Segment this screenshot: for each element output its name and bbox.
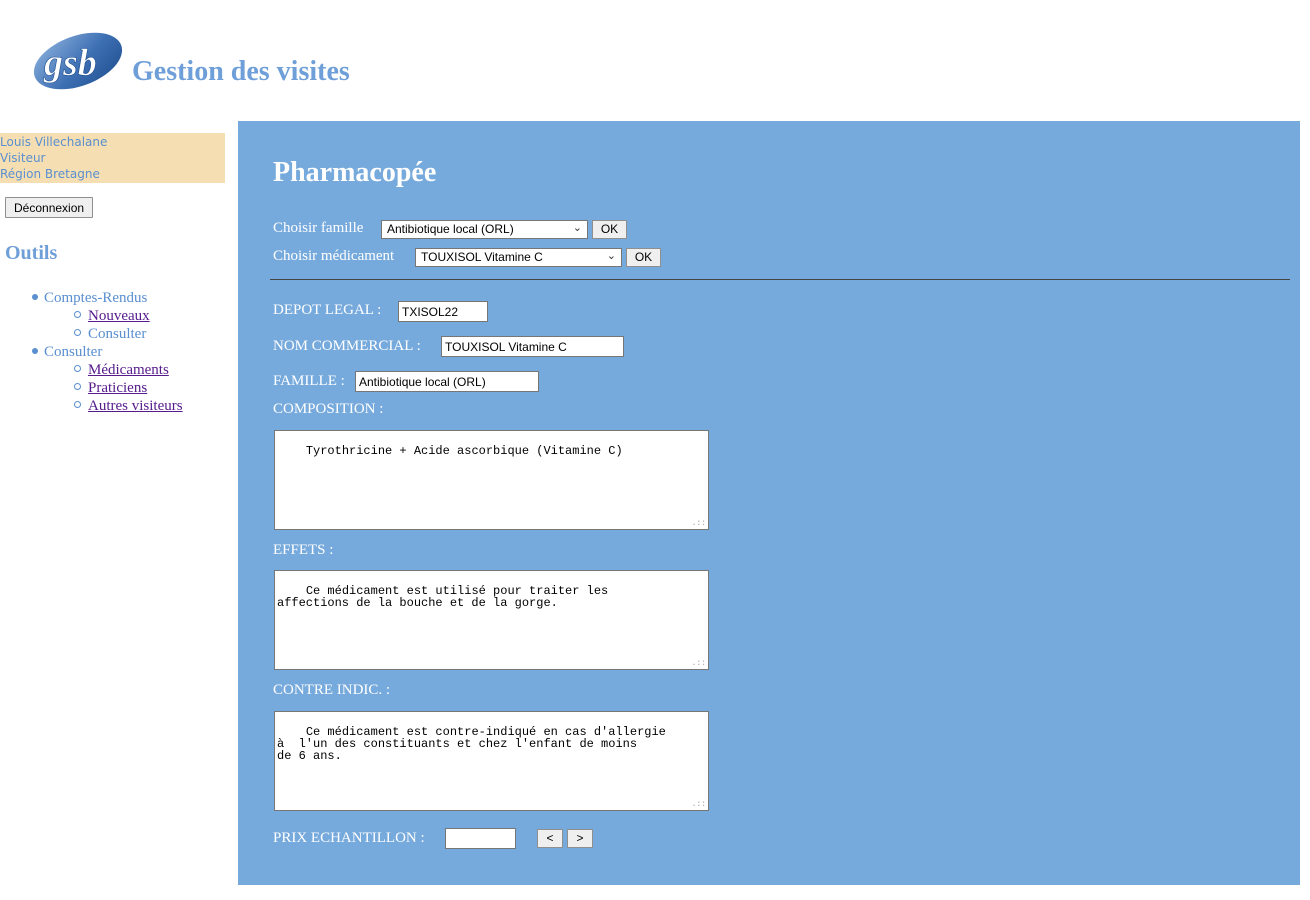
gsb-logo-icon: gsb <box>28 25 132 103</box>
link-autres-visiteurs[interactable]: Autres visiteurs <box>88 398 183 414</box>
chevron-down-icon: ⌄ <box>572 222 582 234</box>
composition-textarea[interactable]: Tyrothricine + Acide ascorbique (Vitamin… <box>274 430 709 530</box>
circle-bullet-icon <box>74 401 81 408</box>
resize-grip-icon[interactable]: .:: <box>692 660 706 668</box>
famille-label: FAMILLE : <box>273 373 345 389</box>
menu-item-medicaments[interactable]: Médicaments <box>74 361 169 379</box>
nom-commercial-label: NOM COMMERCIAL : <box>273 338 421 354</box>
main-panel: Pharmacopée Choisir famille Antibiotique… <box>238 121 1300 885</box>
drug-select[interactable]: TOUXISOL Vitamine C ⌄ <box>415 248 622 267</box>
prix-echantillon-field[interactable] <box>445 828 516 849</box>
menu-item-nouveaux[interactable]: Nouveaux <box>74 307 150 325</box>
menu-item-label: Comptes-Rendus <box>44 290 148 306</box>
depot-legal-field[interactable]: TXISOL22 <box>398 301 488 322</box>
resize-grip-icon[interactable]: .:: <box>692 520 706 528</box>
menu-item-autres-visiteurs[interactable]: Autres visiteurs <box>74 397 183 415</box>
circle-bullet-icon <box>74 365 81 372</box>
circle-bullet-icon <box>74 311 81 318</box>
bullet-icon <box>32 348 38 354</box>
tools-title: Outils <box>5 242 58 264</box>
family-select-label: Choisir famille <box>273 220 364 236</box>
header: gsb Gestion des visites <box>0 0 1310 110</box>
next-button[interactable]: > <box>567 829 593 848</box>
drug-ok-button[interactable]: OK <box>626 248 661 267</box>
menu-item-consulter: Consulter <box>32 343 102 361</box>
user-role: Visiteur <box>0 151 46 165</box>
page-title: Pharmacopée <box>273 157 437 188</box>
bullet-icon <box>32 294 38 300</box>
composition-label: COMPOSITION : <box>273 401 384 417</box>
nom-commercial-field[interactable]: TOUXISOL Vitamine C <box>441 336 624 357</box>
prix-echantillon-label: PRIX ECHANTILLON : <box>273 830 425 846</box>
family-select[interactable]: Antibiotique local (ORL) ⌄ <box>381 220 588 239</box>
app-title: Gestion des visites <box>132 56 350 87</box>
chevron-down-icon: ⌄ <box>606 250 616 262</box>
logo-text: gsb <box>43 42 97 84</box>
family-select-value: Antibiotique local (ORL) <box>387 222 514 236</box>
circle-bullet-icon <box>74 383 81 390</box>
link-nouveaux[interactable]: Nouveaux <box>88 308 150 324</box>
composition-text: Tyrothricine + Acide ascorbique (Vitamin… <box>305 444 623 458</box>
effets-textarea[interactable]: Ce médicament est utilisé pour traiter l… <box>274 570 709 670</box>
resize-grip-icon[interactable]: .:: <box>692 801 706 809</box>
link-praticiens[interactable]: Praticiens <box>88 380 147 396</box>
effets-label: EFFETS : <box>273 542 334 558</box>
depot-legal-label: DEPOT LEGAL : <box>273 302 382 318</box>
effets-text: Ce médicament est utilisé pour traiter l… <box>277 584 609 610</box>
user-info: Louis Villechalane Visiteur Région Breta… <box>0 133 225 183</box>
famille-field[interactable]: Antibiotique local (ORL) <box>355 371 539 392</box>
circle-bullet-icon <box>74 329 81 336</box>
contre-indic-text: Ce médicament est contre-indiqué en cas … <box>277 725 666 763</box>
family-ok-button[interactable]: OK <box>592 220 627 239</box>
user-region: Région Bretagne <box>0 167 100 181</box>
menu-item-consulter-cr: Consulter <box>74 325 146 343</box>
menu-item-praticiens[interactable]: Praticiens <box>74 379 147 397</box>
menu-item-label: Consulter <box>44 344 103 360</box>
contre-indic-textarea[interactable]: Ce médicament est contre-indiqué en cas … <box>274 711 709 811</box>
divider <box>270 279 1290 280</box>
logout-button[interactable]: Déconnexion <box>5 197 94 218</box>
user-name: Louis Villechalane <box>0 135 108 149</box>
drug-select-value: TOUXISOL Vitamine C <box>421 250 543 264</box>
drug-select-label: Choisir médicament <box>273 248 395 264</box>
prev-button[interactable]: < <box>537 829 563 848</box>
menu-item-comptes-rendus: Comptes-Rendus <box>32 289 147 307</box>
link-medicaments[interactable]: Médicaments <box>88 362 169 378</box>
consulter-cr-label: Consulter <box>88 326 147 342</box>
contre-indic-label: CONTRE INDIC. : <box>273 682 391 698</box>
